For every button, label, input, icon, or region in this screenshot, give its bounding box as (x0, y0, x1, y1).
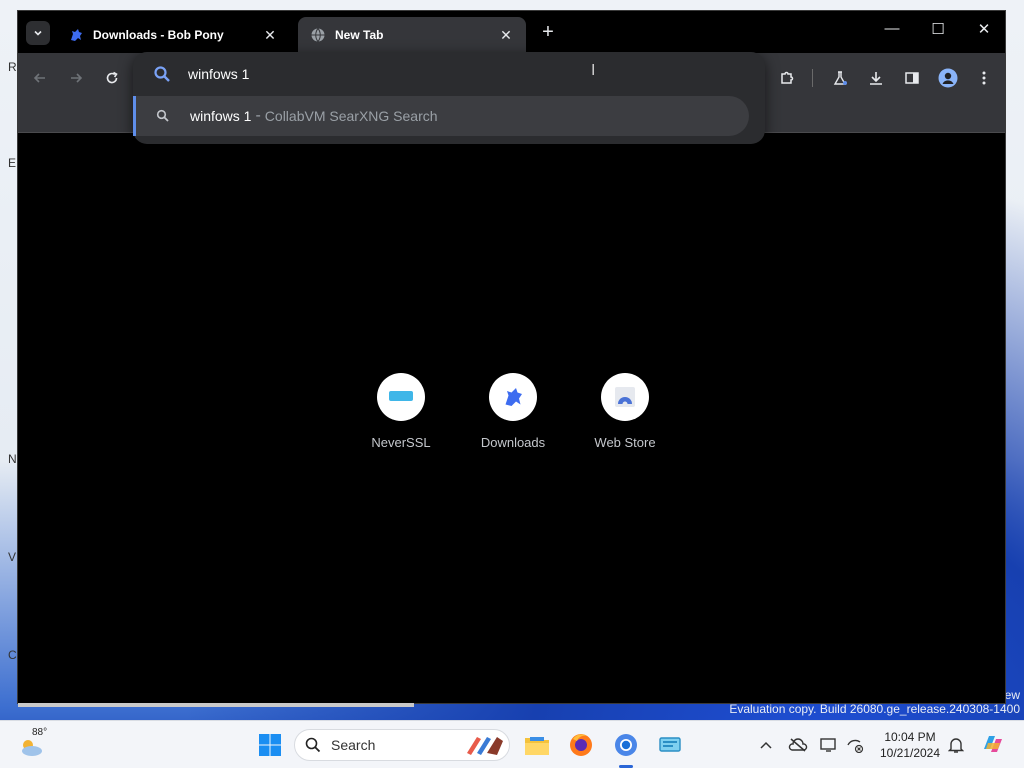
maximize-icon[interactable]: ☐ (926, 20, 950, 38)
firefox-app[interactable] (567, 731, 595, 759)
search-icon (305, 737, 321, 753)
bob-pony-icon (71, 29, 82, 41)
tab-title: New Tab (335, 28, 384, 42)
suggestion-provider: CollabVM SearXNG Search (264, 108, 438, 124)
close-window-icon[interactable]: ✕ (972, 20, 996, 38)
onedrive-offline-icon[interactable] (788, 735, 808, 755)
labs-flask-icon[interactable] (829, 67, 851, 89)
shortcut-tile (489, 373, 537, 421)
chevron-down-icon (34, 30, 42, 36)
extensions-icon[interactable] (776, 67, 798, 89)
new-tab-button[interactable]: + (538, 21, 558, 44)
toolbar-separator (812, 69, 813, 87)
forward-icon[interactable] (65, 67, 87, 89)
watermark-text: Evaluation copy. Build 26080.ge_release.… (729, 702, 1020, 716)
more-menu-icon[interactable] (973, 67, 995, 89)
search-icon (156, 109, 169, 122)
shortcut-neverssl[interactable]: NeverSSL (353, 373, 449, 450)
chromium-icon (615, 734, 637, 756)
reload-icon[interactable] (101, 67, 123, 89)
shortcut-downloads[interactable]: Downloads (465, 373, 561, 450)
firefox-icon (570, 734, 592, 756)
text-cursor-icon: I (591, 62, 596, 79)
display-icon[interactable] (819, 735, 839, 755)
minimize-icon[interactable]: — (880, 20, 904, 37)
shortcut-label: Downloads (480, 435, 546, 450)
tab-new-tab[interactable]: New Tab ✕ (298, 17, 526, 53)
tab-strip: Downloads - Bob Pony ✕ New Tab ✕ + — ☐ ✕ (18, 11, 1005, 53)
search-highlight-icon (467, 737, 503, 755)
shortcut-label: NeverSSL (371, 435, 431, 450)
desktop-icon-label[interactable]: E (8, 156, 16, 170)
taskbar-clock[interactable]: 10:04 PM 10/21/2024 (874, 729, 946, 761)
chromium-app[interactable] (612, 731, 640, 759)
neverssl-icon (389, 391, 413, 401)
close-icon[interactable]: ✕ (498, 27, 514, 44)
tab-downloads[interactable]: Downloads - Bob Pony ✕ (56, 17, 290, 53)
desktop-icon-label[interactable]: V (8, 550, 16, 564)
network-disconnected-icon[interactable] (845, 735, 865, 755)
weather-temperature: 88° (32, 727, 48, 738)
clock-date: 10/21/2024 (879, 746, 941, 760)
taskbar: 88° Search 10:04 PM 10/21/2024 (0, 720, 1024, 768)
notification-bell-icon[interactable] (946, 735, 966, 755)
download-icon[interactable] (865, 67, 887, 89)
bob-pony-icon (505, 388, 522, 406)
chevron-up-icon[interactable] (756, 735, 776, 755)
weather-widget[interactable]: 88° (18, 727, 58, 763)
horizontal-scrollbar[interactable] (18, 703, 414, 707)
desktop-icon-label[interactable]: N (8, 452, 17, 466)
omnibox-input[interactable]: winfows 1 (188, 66, 249, 82)
desktop-icon-label[interactable]: R (8, 60, 17, 74)
web-store-icon (615, 387, 635, 407)
suggestion-separator: - (255, 107, 261, 124)
shortcut-web-store[interactable]: Web Store (577, 373, 673, 450)
tab-search-button[interactable] (26, 21, 50, 45)
shortcut-tile (601, 373, 649, 421)
omnibox-dropdown: winfows 1 I winfows 1 - CollabVM SearXNG… (133, 52, 765, 144)
globe-icon (311, 28, 325, 42)
folder-icon (525, 737, 549, 755)
close-icon[interactable]: ✕ (262, 27, 278, 44)
tab-title: Downloads - Bob Pony (93, 28, 224, 42)
omnibox-suggestion[interactable]: winfows 1 - CollabVM SearXNG Search (133, 96, 749, 136)
taskbar-search-box[interactable]: Search (294, 729, 510, 761)
copilot-icon[interactable] (980, 731, 1006, 757)
side-panel-icon[interactable] (901, 67, 923, 89)
suggestion-query: winfows 1 (190, 108, 252, 124)
back-icon[interactable] (29, 67, 51, 89)
collabvm-app[interactable] (656, 731, 684, 759)
search-icon (153, 65, 171, 88)
profile-avatar-icon[interactable] (937, 67, 959, 89)
shortcut-label: Web Store (594, 435, 656, 450)
monitor-app-icon (659, 737, 681, 752)
shortcut-tile (377, 373, 425, 421)
file-explorer-app[interactable] (523, 731, 551, 759)
desktop-icon-label[interactable]: C (8, 648, 17, 662)
weather-icon (22, 740, 42, 756)
start-button[interactable] (256, 731, 284, 759)
windows-logo-icon (259, 734, 281, 756)
clock-time: 10:04 PM (884, 730, 936, 744)
taskbar-search-label: Search (331, 737, 376, 753)
